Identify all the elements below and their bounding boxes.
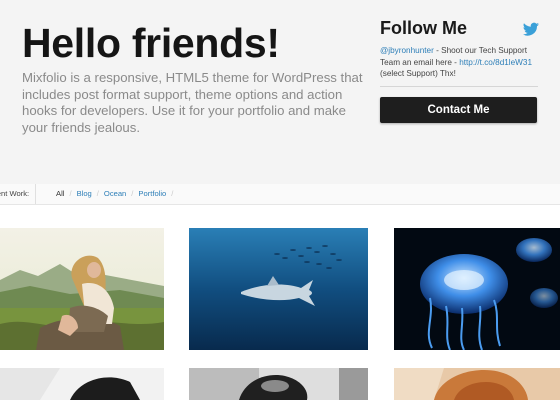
filter-all[interactable]: All xyxy=(56,189,64,198)
portfolio-thumb-bw-2[interactable] xyxy=(189,368,368,400)
portfolio-thumb-bw-1[interactable] xyxy=(0,368,164,400)
contact-me-button[interactable]: Contact Me xyxy=(380,97,537,123)
twitter-bird-icon[interactable] xyxy=(522,22,540,36)
tweet-suffix: (select Support) Thx! xyxy=(380,69,456,78)
portfolio-filter-bar: cent Work: All / Blog / Ocean / Portfolio / xyxy=(0,184,560,205)
hero-description: Mixfolio is a responsive, HTML5 theme fo… xyxy=(22,70,363,135)
filter-list: All / Blog / Ocean / Portfolio / xyxy=(56,184,178,204)
filter-separator: / xyxy=(96,189,99,198)
portfolio-thumb-shark[interactable] xyxy=(189,228,368,350)
filter-separator: / xyxy=(171,189,174,198)
divider xyxy=(380,86,538,87)
filter-separator: / xyxy=(131,189,134,198)
filter-ocean[interactable]: Ocean xyxy=(104,189,126,198)
filter-label: cent Work: xyxy=(0,184,37,204)
twitter-handle-link[interactable]: @jbyronhunter xyxy=(380,46,434,55)
portfolio-thumb-jellyfish[interactable] xyxy=(394,228,560,350)
filter-blog[interactable]: Blog xyxy=(77,189,92,198)
portfolio-thumb-woman-mountains[interactable] xyxy=(0,228,164,350)
tweet-url-link[interactable]: http://t.co/8d1leW31 xyxy=(459,58,532,67)
filter-portfolio[interactable]: Portfolio xyxy=(138,189,166,198)
portfolio-thumb-portrait[interactable] xyxy=(394,368,560,400)
page-title: Hello friends! xyxy=(22,20,280,66)
hero-section: Hello friends! Mixfolio is a responsive,… xyxy=(0,0,560,185)
filter-separator: / xyxy=(69,189,72,198)
latest-tweet: @jbyronhunter - Shoot our Tech Support T… xyxy=(380,45,540,80)
follow-me-heading: Follow Me xyxy=(380,18,467,38)
